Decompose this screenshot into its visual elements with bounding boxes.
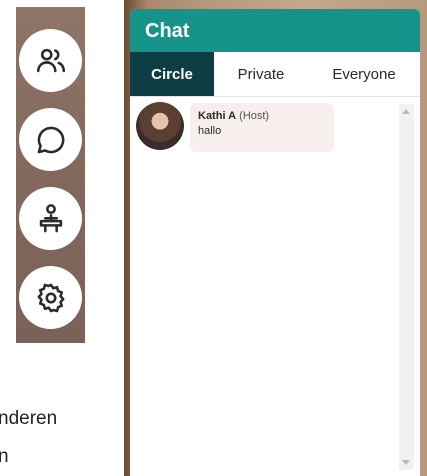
chat-panel: Chat Circle Private Everyone Kathi A (Ho… xyxy=(130,9,420,476)
chat-tabs: Circle Private Everyone xyxy=(130,52,420,97)
scroll-down-arrow[interactable] xyxy=(402,460,410,465)
tab-private[interactable]: Private xyxy=(214,52,308,96)
chat-title: Chat xyxy=(130,9,420,52)
scroll-up-arrow[interactable] xyxy=(402,109,410,114)
background-text-line-2: n xyxy=(0,446,9,467)
chat-message: Kathi A (Host) hallo xyxy=(136,102,334,152)
presenter-button[interactable] xyxy=(19,187,82,250)
chat-scrollbar[interactable] xyxy=(399,104,414,470)
message-text: hallo xyxy=(198,125,222,137)
sender-role: (Host) xyxy=(239,110,270,122)
podium-icon xyxy=(39,203,62,232)
people-icon xyxy=(36,48,65,72)
chat-bubble-icon xyxy=(37,126,64,153)
gear-icon xyxy=(37,283,64,312)
background-text-line-1: nderen xyxy=(0,408,58,429)
participants-button[interactable] xyxy=(19,29,82,92)
side-toolbar xyxy=(16,7,85,343)
tab-everyone[interactable]: Everyone xyxy=(308,52,420,96)
chat-button[interactable] xyxy=(19,108,82,171)
message-bubble: Kathi A (Host) hallo xyxy=(190,103,334,152)
avatar xyxy=(136,102,184,150)
settings-button[interactable] xyxy=(19,266,82,329)
sender-name: Kathi A xyxy=(198,110,237,122)
chat-message-list[interactable]: Kathi A (Host) hallo xyxy=(130,97,420,476)
tab-circle[interactable]: Circle xyxy=(130,52,214,96)
